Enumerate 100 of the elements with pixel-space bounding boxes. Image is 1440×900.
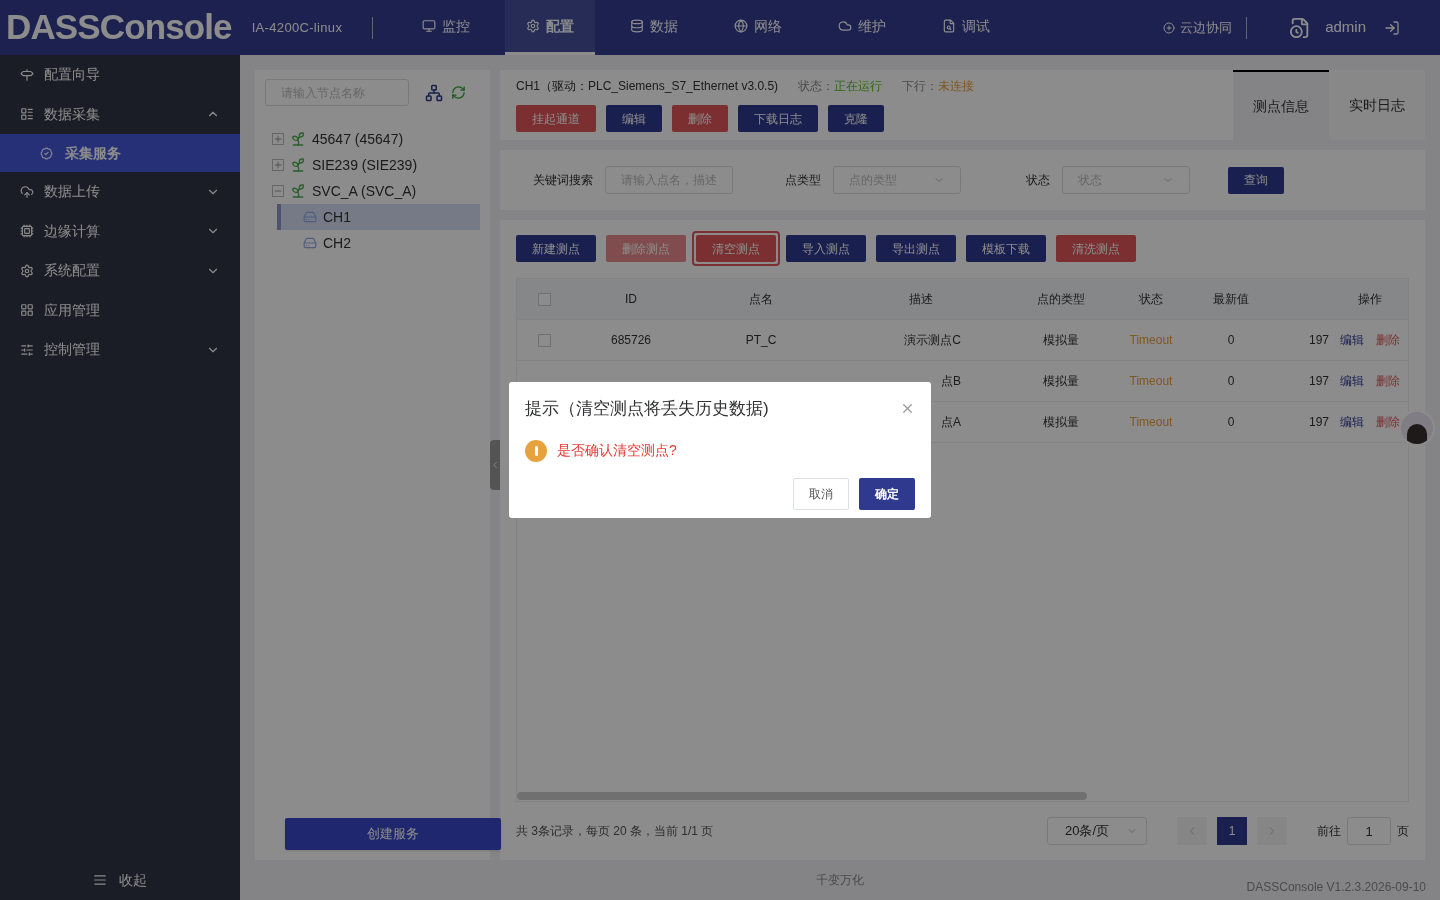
tree-node[interactable]: 45647 (45647) (272, 126, 480, 152)
select-all-checkbox[interactable] (537, 292, 551, 306)
nav-tab[interactable]: 调试 (921, 0, 1012, 55)
sidebar-subitem[interactable]: 采集服务 (0, 134, 240, 172)
edit-link[interactable]: 编辑 (1339, 413, 1364, 431)
cloud-edge-link[interactable]: 云边协同 (1163, 17, 1233, 38)
sidebar-item[interactable]: 应用管理 (0, 290, 240, 330)
channel-title: CH1（驱动：PLC_Siemens_S7_Ethernet v3.0.5) (516, 78, 779, 95)
keyword-label: 关键词搜索 (533, 172, 593, 189)
list-icon (20, 107, 34, 122)
search-document-icon (942, 19, 957, 33)
toolbar-button[interactable]: 模板下载 (966, 235, 1046, 262)
page-suffix: 页 (1397, 823, 1409, 840)
column-header: 点名 (748, 291, 774, 308)
toolbar-button[interactable]: 清洗测点 (1056, 235, 1136, 262)
status-label: 状态 (1026, 172, 1050, 189)
grid-icon (20, 303, 34, 318)
page-size-select[interactable]: 20条/页 (1047, 817, 1147, 845)
toolbar-button[interactable]: 导出测点 (876, 235, 956, 262)
nav-tab[interactable]: 网络 (713, 0, 804, 55)
refresh-icon[interactable] (451, 85, 466, 100)
collapse-handle[interactable] (490, 440, 500, 490)
collapse-icon[interactable] (272, 185, 284, 197)
version-text: DASSConsole V1.2.3.2026-09-10 (1246, 879, 1426, 896)
nav-tab[interactable]: 维护 (817, 0, 908, 55)
downlink-status: 下行：未连接 (902, 78, 975, 95)
sidebar-item[interactable]: 配置向导 (0, 55, 240, 95)
column-header: 操作 (1356, 291, 1383, 308)
channel-button[interactable]: 克隆 (828, 105, 884, 132)
panel-tab[interactable]: 实时日志 (1329, 70, 1425, 140)
sidebar-item[interactable]: 控制管理 (0, 330, 240, 370)
expand-icon[interactable] (272, 133, 284, 145)
badge-icon (40, 146, 53, 160)
channel-button[interactable]: 下载日志 (738, 105, 818, 132)
column-header: 描述 (908, 291, 934, 308)
row-checkbox[interactable] (537, 333, 551, 347)
sidebar-item[interactable]: 数据采集 (0, 94, 240, 134)
monitor-icon (422, 19, 437, 33)
edit-link[interactable]: 编辑 (1339, 331, 1364, 349)
collapse-button[interactable]: 收起 (0, 860, 240, 900)
column-header: 最新值 (1212, 291, 1250, 308)
channel-button[interactable]: 编辑 (606, 105, 662, 132)
table-cell-text: 模拟量 (1042, 332, 1080, 349)
panel-tab[interactable]: 测点信息 (1233, 70, 1329, 140)
edit-link[interactable]: 编辑 (1339, 372, 1364, 390)
logo: DASSConsole (6, 6, 232, 49)
nav-tab[interactable]: 监控 (401, 0, 492, 55)
channel-button[interactable]: 挂起通道 (516, 105, 596, 132)
table-cell-text: 演示测点C (904, 332, 962, 349)
delete-link[interactable]: 删除 (1375, 413, 1400, 431)
drive-icon (303, 236, 317, 250)
delete-link[interactable]: 删除 (1375, 331, 1400, 349)
column-header: 点的类型 (1036, 291, 1086, 308)
cloud-icon (838, 19, 853, 33)
signpost-icon (20, 67, 34, 82)
query-button[interactable]: 查询 (1228, 166, 1284, 194)
tree-leaf[interactable]: CH2 (277, 230, 480, 256)
expand-icon[interactable] (272, 159, 284, 171)
table-cell-text: 点A (941, 414, 962, 431)
toolbar-button[interactable]: 新建测点 (516, 235, 596, 262)
menu-icon (93, 873, 107, 887)
tree-leaf[interactable]: CH1 (277, 204, 480, 230)
sidebar-item[interactable]: 系统配置 (0, 251, 240, 291)
tree-node[interactable]: SIE239 (SIE239) (272, 152, 480, 178)
cancel-button[interactable]: 取消 (793, 477, 849, 510)
globe-icon (734, 19, 749, 33)
sprout-icon (290, 183, 306, 199)
page-number-field[interactable]: 1 (1347, 817, 1391, 845)
dialog-title: 提示（清空测点将丢失历史数据) (525, 398, 769, 420)
confirm-button[interactable]: 确定 (859, 477, 915, 510)
sidebar-item[interactable]: 边缘计算 (0, 211, 240, 251)
logout-icon[interactable] (1384, 19, 1400, 36)
column-header: ID (624, 291, 638, 308)
device-name: IA-4200C-linux (251, 18, 343, 37)
type-label: 点类型 (785, 172, 821, 189)
table-cell-text: 点B (941, 373, 962, 390)
create-service-button[interactable]: 创建服务 (285, 818, 501, 850)
toolbar-button[interactable]: 清空测点 (696, 235, 776, 262)
status-cell-text: Timeout (1128, 332, 1174, 349)
sliders-icon (20, 342, 34, 357)
channel-button[interactable]: 删除 (672, 105, 728, 132)
next-page-button[interactable] (1257, 817, 1287, 845)
table-cell-text: PT_C (744, 332, 778, 349)
horizontal-scrollbar[interactable] (517, 792, 1087, 800)
toolbar-button[interactable]: 导入测点 (786, 235, 866, 262)
tree-structure-icon[interactable] (425, 83, 443, 102)
table-cell-text: 197 (1307, 373, 1330, 390)
table-cell-text: 0 (1226, 373, 1236, 390)
tree-node[interactable]: SVC_A (SVC_A) (272, 178, 480, 204)
gear-icon (526, 19, 541, 33)
nav-tab[interactable]: 数据 (609, 0, 700, 55)
delete-link[interactable]: 删除 (1375, 372, 1400, 390)
sidebar-item[interactable]: 数据上传 (0, 172, 240, 212)
user-name: admin (1325, 17, 1366, 38)
table-cell-text: 197 (1307, 332, 1330, 349)
sprout-icon (290, 131, 306, 147)
table-cell-text: 197 (1307, 414, 1330, 431)
database-icon (630, 19, 645, 33)
page-button[interactable]: 1 (1217, 817, 1247, 845)
avatar[interactable] (1399, 410, 1435, 446)
